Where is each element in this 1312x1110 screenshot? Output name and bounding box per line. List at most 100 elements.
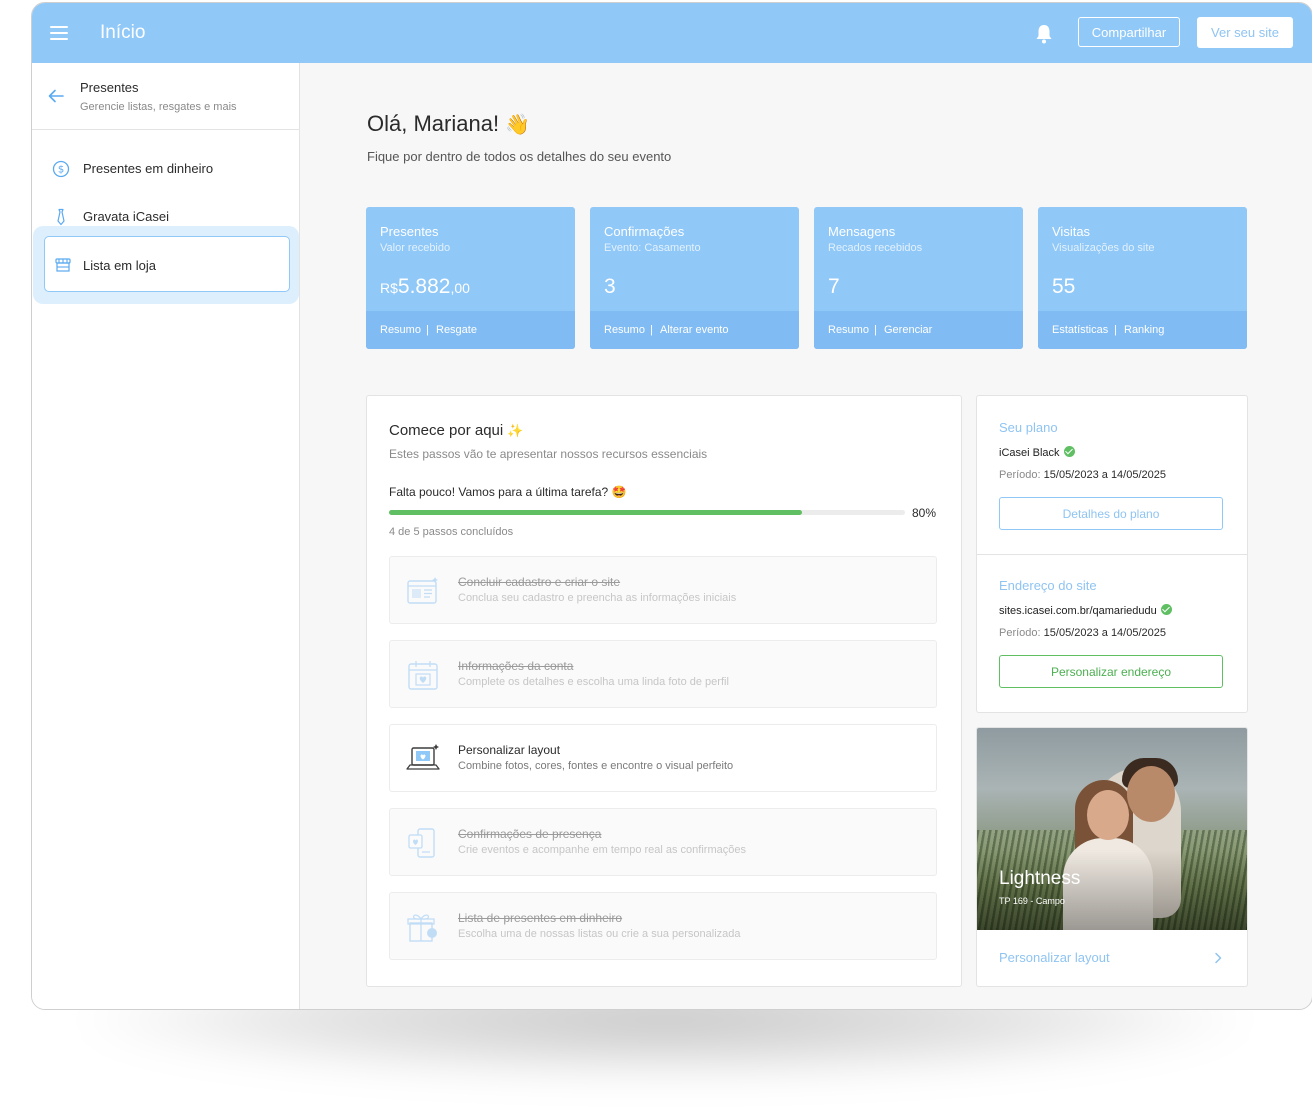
stat-value: R$5.882,00 (380, 275, 470, 299)
stat-link-summary[interactable]: Resumo (604, 324, 645, 336)
link-divider: | (1114, 324, 1117, 336)
stat-amount: 5.882 (397, 275, 451, 298)
devices-icon (408, 828, 435, 858)
task-title: Concluir cadastro e criar o site (458, 575, 621, 589)
card-title-text: Comece por aqui (389, 422, 504, 439)
app-window: Início Compartilhar Ver seu site Present… (31, 2, 1312, 1010)
link-divider: | (874, 324, 877, 336)
task-description: Crie eventos e acompanhe em tempo real a… (458, 844, 746, 856)
check-circle-icon (1160, 604, 1172, 615)
getting-started-card: Comece por aqui ✨ Estes passos vão te ap… (366, 395, 962, 987)
steps-completed: 4 de 5 passos concluídos (389, 526, 514, 538)
plan-card: Seu plano iCasei Black Período: 15/05/20… (976, 395, 1248, 713)
theme-code: TP 169 - Campo (999, 896, 1065, 906)
sidebar-item-label: Lista em loja (83, 258, 156, 273)
stat-link-ranking[interactable]: Ranking (1124, 324, 1164, 336)
laptop-heart-icon (406, 744, 440, 770)
task-item[interactable]: Concluir cadastro e criar o site Conclua… (389, 556, 937, 624)
stat-card-confirmations: Confirmações Evento: Casamento 3 Resumo … (590, 207, 799, 349)
task-item[interactable]: Informações da conta Complete os detalhe… (389, 640, 937, 708)
stat-card-messages: Mensagens Recados recebidos 7 Resumo | G… (814, 207, 1023, 349)
stat-link-summary[interactable]: Resumo (828, 324, 869, 336)
stat-link-summary[interactable]: Resumo (380, 324, 421, 336)
stat-title: Presentes (380, 224, 439, 239)
period-value: 15/05/2023 a 14/05/2025 (1043, 627, 1166, 639)
back-arrow-icon[interactable] (48, 89, 64, 103)
stat-title: Mensagens (828, 224, 896, 239)
task-title: Personalizar layout (458, 743, 561, 757)
check-circle-icon (1063, 446, 1075, 457)
stat-link-redeem[interactable]: Resgate (436, 324, 477, 336)
stat-subtitle: Evento: Casamento (604, 242, 701, 254)
task-description: Conclua seu cadastro e preencha as infor… (458, 592, 737, 604)
gift-icon (407, 914, 437, 942)
link-divider: | (426, 324, 429, 336)
task-item[interactable]: Personalizar layout Combine fotos, cores… (389, 724, 937, 792)
task-description: Combine fotos, cores, fontes e encontre … (458, 760, 734, 772)
period-value: 15/05/2023 a 14/05/2025 (1043, 469, 1166, 481)
stat-footer: Resumo | Alterar evento (590, 311, 799, 349)
task-title: Informações da conta (458, 659, 574, 673)
customize-address-button[interactable]: Personalizar endereço (999, 655, 1223, 688)
period-label: Período: (999, 627, 1041, 639)
address-period: Período: 15/05/2023 a 14/05/2025 (999, 627, 1166, 639)
address-heading: Endereço do site (999, 578, 1097, 593)
stat-value: 3 (604, 275, 616, 298)
stat-footer: Resumo | Gerenciar (814, 311, 1023, 349)
stat-cents: ,00 (450, 280, 470, 296)
chevron-right-icon[interactable] (1213, 952, 1223, 964)
task-description: Escolha uma de nossas listas ou crie a s… (458, 928, 741, 940)
progress-bar (389, 510, 905, 515)
plan-heading: Seu plano (999, 420, 1058, 435)
menu-icon[interactable] (50, 26, 68, 40)
sidebar-subtitle: Gerencie listas, resgates e mais (80, 101, 237, 113)
stat-value: 55 (1052, 275, 1076, 298)
tie-icon (57, 208, 65, 226)
sidebar-item-cash-gifts[interactable]: $ Presentes em dinheiro (32, 149, 299, 189)
task-description: Complete os detalhes e escolha uma linda… (458, 676, 729, 688)
layout-card: Lightness TP 169 - Campo Personalizar la… (976, 727, 1248, 987)
task-item[interactable]: Confirmações de presença Crie eventos e … (389, 808, 937, 876)
top-bar: Início Compartilhar Ver seu site (32, 3, 1312, 63)
theme-name: Lightness (999, 868, 1081, 889)
main-content: Olá, Mariana! 👋 Fique por dentro de todo… (300, 63, 1312, 1009)
progress-bar-fill (389, 510, 802, 515)
stat-subtitle: Visualizações do site (1052, 242, 1155, 254)
stat-title: Confirmações (604, 224, 685, 239)
sparkles-icon: ✨ (507, 423, 524, 438)
card-title: Comece por aqui ✨ (389, 422, 524, 439)
stat-currency: R$ (380, 280, 398, 296)
stat-card-visits: Visitas Visualizações do site 55 Estatís… (1038, 207, 1247, 349)
dollar-circle-icon: $ (52, 160, 70, 178)
store-icon (55, 258, 71, 272)
divider (977, 554, 1247, 555)
stat-value: 7 (828, 275, 840, 298)
stat-link-change-event[interactable]: Alterar evento (660, 324, 728, 336)
sidebar-item-label: Gravata iCasei (83, 209, 169, 224)
stat-footer: Resumo | Resgate (366, 311, 575, 349)
site-address: sites.icasei.com.br/qamariedudu (999, 604, 1172, 617)
sidebar-item-store-list[interactable]: Lista em loja (44, 236, 290, 292)
stat-subtitle: Valor recebido (380, 242, 451, 254)
calendar-heart-icon (408, 661, 438, 690)
stat-title: Visitas (1052, 224, 1091, 239)
customize-layout-link[interactable]: Personalizar layout (999, 950, 1110, 965)
site-url: sites.icasei.com.br/qamariedudu (999, 605, 1157, 617)
sidebar: Presentes Gerencie listas, resgates e ma… (32, 63, 300, 1009)
share-button[interactable]: Compartilhar (1078, 17, 1180, 47)
stat-card-gifts: Presentes Valor recebido R$5.882,00 Resu… (366, 207, 575, 349)
sidebar-item-label: Presentes em dinheiro (83, 161, 214, 176)
plan-details-button[interactable]: Detalhes do plano (999, 497, 1223, 530)
bell-icon[interactable] (1034, 23, 1054, 45)
task-item[interactable]: Lista de presentes em dinheiro Escolha u… (389, 892, 937, 960)
stat-link-statistics[interactable]: Estatísticas (1052, 324, 1108, 336)
sidebar-header: Presentes Gerencie listas, resgates e ma… (32, 63, 299, 130)
task-title: Confirmações de presença (458, 827, 602, 841)
website-icon (407, 577, 438, 604)
view-site-button[interactable]: Ver seu site (1197, 17, 1293, 48)
waving-hand-icon: 👋 (505, 114, 531, 136)
stat-subtitle: Recados recebidos (828, 242, 923, 254)
stat-link-manage[interactable]: Gerenciar (884, 324, 932, 336)
plan-name-text: iCasei Black (999, 447, 1060, 459)
stat-footer: Estatísticas | Ranking (1038, 311, 1247, 349)
